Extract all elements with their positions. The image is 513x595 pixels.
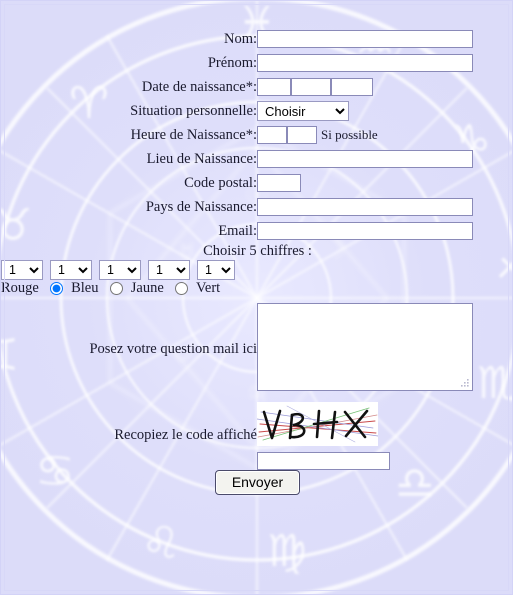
prenom-input[interactable] — [257, 54, 473, 73]
form-table: Nom: Prénom: Date de naissance*: Situati… — [1, 27, 512, 495]
color-radio-vert[interactable] — [175, 282, 189, 296]
row-lieu-naissance: Lieu de Naissance: — [1, 147, 512, 171]
row-date-naissance: Date de naissance*: — [1, 75, 512, 99]
astrology-form: Nom: Prénom: Date de naissance*: Situati… — [1, 27, 512, 495]
svg-text:♍: ♍ — [267, 526, 306, 577]
label-prenom: Prénom: — [207, 54, 257, 71]
label-code-postal: Code postal: — [184, 174, 257, 191]
question-textarea-wrap — [257, 303, 473, 392]
label-nom: Nom: — [223, 30, 257, 47]
row-nom: Nom: — [1, 27, 512, 51]
row-colors: Rouge Bleu Jaune Vert — [1, 280, 512, 297]
birth-minute-input[interactable] — [287, 126, 317, 145]
row-digits: 1 1 1 1 1 — [1, 260, 512, 280]
color-radio-jaune[interactable] — [110, 282, 124, 296]
digit-select-4[interactable]: 1 — [148, 260, 190, 280]
birth-hour-input[interactable] — [257, 126, 287, 145]
label-heure-naissance: Heure de Naissance*: — [130, 126, 257, 143]
digit-select-2[interactable]: 1 — [50, 260, 92, 280]
row-heure-naissance: Heure de Naissance*: Si possible — [1, 123, 512, 147]
row-code-postal: Code postal: — [1, 171, 512, 195]
color-label-jaune: Jaune — [130, 280, 164, 297]
form-area: Nom: Prénom: Date de naissance*: Situati… — [1, 1, 512, 495]
question-textarea[interactable] — [257, 303, 473, 392]
birth-day-input[interactable] — [257, 78, 291, 97]
color-label-bleu: Bleu — [71, 280, 99, 297]
lieu-naissance-input[interactable] — [257, 150, 473, 169]
row-submit: Envoyer — [1, 469, 512, 495]
hour-hint-text: Si possible — [321, 126, 378, 142]
captcha-input-wrap — [257, 446, 512, 470]
digit-select-1[interactable]: 1 — [1, 260, 43, 280]
situation-select[interactable]: Choisir — [257, 101, 349, 121]
label-pays-naissance: Pays de Naissance: — [145, 198, 257, 215]
row-prenom: Prénom: — [1, 51, 512, 75]
color-label-rouge: Rouge — [1, 280, 39, 297]
digits-label: Choisir 5 chiffres : — [203, 243, 312, 259]
digit-select-3[interactable]: 1 — [99, 260, 141, 280]
page-root: ♓ ♒ ♑ ♐ ♏ ♎ ♍ ♌ ♋ ♊ ♉ ♈ ☉ ☽ ☿ ♀ ♂ ♃ — [0, 0, 513, 595]
code-postal-input[interactable] — [257, 174, 301, 193]
row-pays-naissance: Pays de Naissance: — [1, 195, 512, 219]
submit-button[interactable]: Envoyer — [214, 469, 301, 495]
email-input[interactable] — [257, 222, 473, 241]
row-captcha: Recopiez le code affiché — [1, 402, 512, 470]
svg-text:♌: ♌ — [141, 518, 180, 569]
captcha-label: Recopiez le code affiché — [114, 427, 257, 444]
birth-month-input[interactable] — [291, 78, 331, 97]
captcha-input[interactable] — [257, 451, 390, 470]
label-lieu-naissance: Lieu de Naissance: — [146, 150, 257, 167]
color-label-vert: Vert — [196, 280, 221, 297]
row-email: Email: — [1, 219, 512, 243]
row-situation: Situation personnelle: Choisir — [1, 99, 512, 123]
label-situation: Situation personnelle: — [130, 102, 257, 119]
label-email: Email: — [218, 222, 257, 239]
color-radio-bleu[interactable] — [50, 282, 64, 296]
digit-select-5[interactable]: 1 — [197, 260, 235, 280]
nom-input[interactable] — [257, 30, 473, 49]
birth-year-input[interactable] — [331, 78, 373, 97]
captcha-image — [257, 402, 378, 447]
label-date-naissance: Date de naissance*: — [141, 78, 257, 95]
row-question: Posez votre question mail ici — [1, 297, 512, 402]
pays-naissance-input[interactable] — [257, 198, 473, 217]
row-digits-label: Choisir 5 chiffres : — [1, 243, 512, 260]
question-label: Posez votre question mail ici — [89, 341, 257, 358]
